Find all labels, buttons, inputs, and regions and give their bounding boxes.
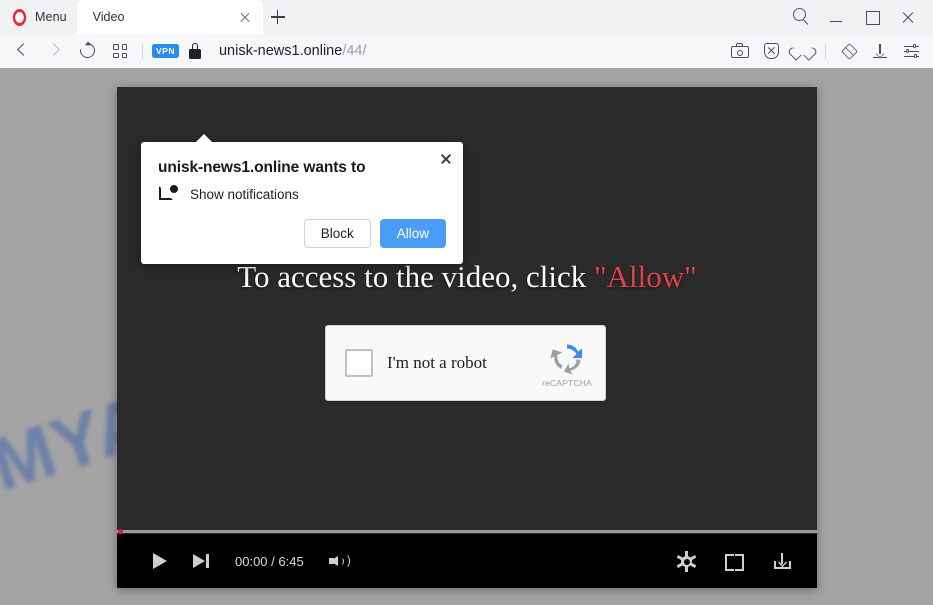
- forward-arrow-icon[interactable]: [39, 36, 71, 66]
- address-bar: VPN unisk-news1.online/44/: [0, 34, 933, 68]
- play-icon[interactable]: [141, 544, 175, 578]
- download-icon[interactable]: [865, 36, 895, 66]
- tab-video[interactable]: Video: [76, 0, 263, 34]
- recaptcha-brand-label: reCAPTCHA: [542, 377, 592, 388]
- toolbar-icons: [725, 36, 926, 66]
- lock-icon[interactable]: [183, 40, 207, 62]
- recaptcha-widget[interactable]: I'm not a robot reCAPTCHA: [325, 325, 606, 401]
- opera-menu-button[interactable]: Menu: [0, 0, 77, 34]
- progress-track: [117, 530, 817, 533]
- volume-icon[interactable]: [322, 544, 356, 578]
- recaptcha-checkbox[interactable]: [345, 349, 373, 377]
- page-viewport: MYANTISPYWARE.COM To access to the video…: [0, 68, 933, 605]
- reload-icon[interactable]: [71, 36, 103, 66]
- url-path: /44/: [342, 43, 367, 59]
- url-text[interactable]: unisk-news1.online/44/: [219, 43, 367, 59]
- heart-icon[interactable]: [787, 36, 817, 66]
- allow-button[interactable]: Allow: [379, 218, 446, 248]
- time-display: 00:00 / 6:45: [235, 553, 304, 569]
- plus-icon[interactable]: [263, 0, 293, 34]
- snapshot-icon[interactable]: [725, 36, 755, 66]
- grid-icon[interactable]: [103, 36, 135, 66]
- browser-window: Menu Video VPN unisk-news1.online/44/ To…: [0, 0, 933, 605]
- permission-label: Show notifications: [190, 186, 299, 202]
- cube-icon[interactable]: [834, 36, 864, 66]
- url-host: unisk-news1.online: [218, 43, 343, 59]
- divider: [142, 43, 143, 59]
- close-window-icon[interactable]: [891, 0, 925, 34]
- divider: [825, 43, 826, 59]
- minimize-icon[interactable]: [819, 0, 853, 34]
- maximize-icon[interactable]: [855, 0, 889, 34]
- notification-permission-dialog: unisk-news1.online wants to Show notific…: [141, 134, 463, 264]
- menu-label: Menu: [35, 10, 67, 24]
- tab-title: Video: [92, 10, 125, 24]
- back-arrow-icon[interactable]: [7, 36, 39, 66]
- headline-main: To access to the video, click: [237, 259, 594, 294]
- recaptcha-brand: reCAPTCHA: [542, 339, 592, 388]
- recaptcha-logo-icon: [550, 344, 583, 375]
- page-headline: To access to the video, click "Allow": [117, 259, 817, 295]
- close-icon[interactable]: [435, 147, 457, 169]
- download-icon[interactable]: [765, 544, 799, 578]
- search-icon[interactable]: [783, 0, 817, 34]
- fullscreen-icon[interactable]: [717, 544, 751, 578]
- player-controls-right: [669, 544, 799, 578]
- next-track-icon[interactable]: [185, 544, 219, 578]
- dialog-actions: Block Allow: [303, 218, 446, 248]
- settings-sliders-icon[interactable]: [896, 36, 926, 66]
- player-controls: 00:00 / 6:45: [117, 534, 817, 588]
- headline-keyword: "Allow": [593, 259, 697, 294]
- ad-blocker-icon[interactable]: [756, 36, 786, 66]
- recaptcha-label: I'm not a robot: [387, 353, 487, 372]
- dialog-pointer: [195, 134, 213, 143]
- close-icon[interactable]: [235, 7, 255, 27]
- block-button[interactable]: Block: [303, 218, 371, 248]
- tab-strip: Menu Video: [0, 0, 933, 34]
- gear-icon[interactable]: [669, 544, 703, 578]
- notification-bell-icon: [158, 184, 178, 204]
- window-controls: [783, 0, 933, 34]
- opera-logo-icon: [12, 8, 27, 26]
- dialog-title: unisk-news1.online wants to: [158, 159, 366, 176]
- permission-row: Show notifications: [158, 184, 299, 204]
- vpn-badge[interactable]: VPN: [152, 43, 179, 59]
